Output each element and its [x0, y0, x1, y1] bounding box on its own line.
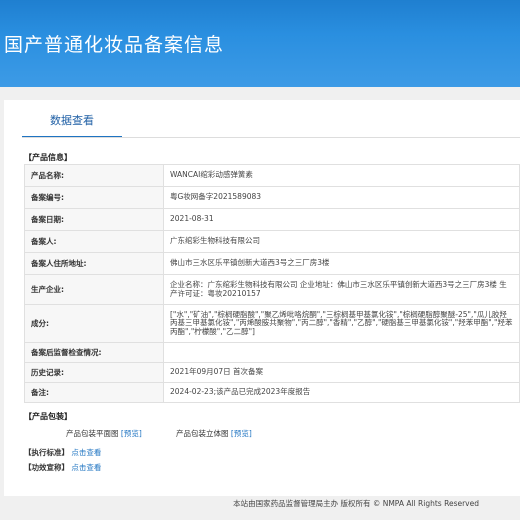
packaging-flat-label: 产品包装平面图: [66, 429, 119, 438]
table-row: 备案后监督检查情况:: [24, 342, 520, 363]
packaging-3d-label: 产品包装立体图: [176, 429, 229, 438]
table-row: 备案人: 广东绾彩生物科技有限公司: [24, 230, 520, 253]
product-info-table: 产品名称: WANCAI绾彩动感弹簧素 备案编号: 粤G妆网备字20215890…: [24, 164, 520, 403]
site-footer: 本站由国家药品监督管理局主办 版权所有 © NMPA All Rights Re…: [0, 496, 520, 520]
claims-heading: 【功效宣称】: [24, 463, 69, 472]
row-value: 2024-02-23;该产品已完成2023年度报告: [163, 382, 520, 403]
row-value: 企业名称：广东绾彩生物科技有限公司 企业地址：佛山市三水区乐平镇创新大道西3号之…: [163, 274, 520, 305]
claims-view-link[interactable]: 点击查看: [71, 463, 101, 472]
packaging-3d-preview-link[interactable]: [预览]: [231, 429, 252, 438]
claims-row: 【功效宣称】 点击查看: [24, 462, 101, 473]
row-key: 备案人:: [24, 230, 164, 253]
table-row: 备案日期: 2021-08-31: [24, 208, 520, 231]
row-value: 2021-08-31: [163, 208, 520, 231]
table-row: 历史记录: 2021年09月07日 首次备案: [24, 362, 520, 383]
standard-view-link[interactable]: 点击查看: [71, 448, 101, 457]
packaging-3d-row: 产品包装立体图 [预览]: [176, 428, 252, 439]
table-row: 产品名称: WANCAI绾彩动感弹簧素: [24, 164, 520, 187]
row-value: 佛山市三水区乐平镇创新大道西3号之三厂房3楼: [163, 252, 520, 275]
standard-row: 【执行标准】 点击查看: [24, 447, 101, 458]
tab-divider: [22, 137, 520, 138]
footer-copyright: 本站由国家药品监督管理局主办 版权所有 © NMPA All Rights Re…: [233, 499, 479, 508]
row-key: 备案后监督检查情况:: [24, 342, 164, 363]
table-row: 生产企业: 企业名称：广东绾彩生物科技有限公司 企业地址：佛山市三水区乐平镇创新…: [24, 274, 520, 305]
product-info-heading: 【产品信息】: [24, 153, 72, 162]
row-key: 备案编号:: [24, 186, 164, 209]
table-row: 备注: 2024-02-23;该产品已完成2023年度报告: [24, 382, 520, 403]
row-value: [163, 342, 520, 363]
row-value: 广东绾彩生物科技有限公司: [163, 230, 520, 253]
page-title: 国产普通化妆品备案信息: [4, 34, 225, 56]
row-key: 产品名称:: [24, 164, 164, 187]
table-row: 成分: ["水","矿油","棕榈硬脂酸","聚乙烯吡咯烷酮","三棕榈基甲基氯…: [24, 304, 520, 343]
table-row: 备案编号: 粤G妆网备字2021589083: [24, 186, 520, 209]
row-key: 备注:: [24, 382, 164, 403]
packaging-heading: 【产品包装】: [24, 412, 72, 421]
tab-data-view[interactable]: 数据查看: [22, 112, 122, 138]
table-row: 备案人住所地址: 佛山市三水区乐平镇创新大道西3号之三厂房3楼: [24, 252, 520, 275]
site-header: 国产普通化妆品备案信息: [0, 0, 520, 87]
row-value: ["水","矿油","棕榈硬脂酸","聚乙烯吡咯烷酮","三棕榈基甲基氯化铵",…: [163, 304, 520, 343]
content-panel: 数据查看 【产品信息】 产品名称: WANCAI绾彩动感弹簧素 备案编号: 粤G…: [4, 100, 520, 496]
row-key: 备案人住所地址:: [24, 252, 164, 275]
standard-heading: 【执行标准】: [24, 448, 69, 457]
packaging-flat-preview-link[interactable]: [预览]: [121, 429, 142, 438]
row-value: 粤G妆网备字2021589083: [163, 186, 520, 209]
row-value: WANCAI绾彩动感弹簧素: [163, 164, 520, 187]
row-key: 成分:: [24, 304, 164, 343]
packaging-flat-row: 产品包装平面图 [预览]: [66, 428, 142, 439]
row-key: 历史记录:: [24, 362, 164, 383]
row-key: 备案日期:: [24, 208, 164, 231]
row-key: 生产企业:: [24, 274, 164, 305]
row-value: 2021年09月07日 首次备案: [163, 362, 520, 383]
